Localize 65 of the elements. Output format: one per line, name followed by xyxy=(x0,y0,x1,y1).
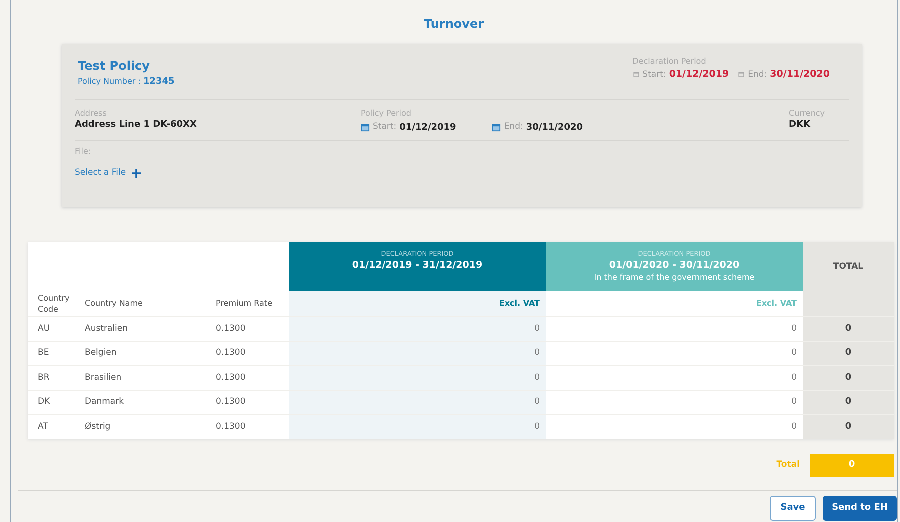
table-cell-text: 0.1300 xyxy=(216,348,247,358)
address-value: Address Line 1 DK-60XX xyxy=(75,120,198,130)
send-button[interactable]: Send to EH xyxy=(823,496,897,520)
policy-name: Test Policy xyxy=(78,59,151,73)
table-cell-text: 0 xyxy=(790,396,798,410)
total-label: Total xyxy=(776,460,800,470)
page-title: Turnover xyxy=(423,16,485,27)
calendar-icon xyxy=(632,71,640,78)
calendar-icon xyxy=(492,122,502,132)
date-label: Start: xyxy=(373,122,397,132)
table-cell: 0 xyxy=(803,415,894,438)
calendar-icon xyxy=(361,122,370,132)
total-header: TOTAL xyxy=(803,242,894,291)
table-cell-text: AU xyxy=(37,324,52,334)
end-date: 30/11/2020 xyxy=(526,123,584,133)
column-subheader: Excl. VAT xyxy=(755,298,798,310)
table-cell-text: 0 xyxy=(790,420,798,434)
field-label: Declaration Period xyxy=(632,57,708,66)
table-cell: 0 xyxy=(289,415,546,438)
table-cell-text: AT xyxy=(37,422,50,432)
table-cell-text: Belgien xyxy=(85,348,118,358)
total-value: 0 xyxy=(810,454,894,476)
column-subheader: Excl. VAT xyxy=(289,291,546,316)
end-date: 30/11/2020 xyxy=(770,69,830,80)
table-cell-text: 0.1300 xyxy=(216,324,247,334)
start-date: 01/12/2019 xyxy=(669,69,730,80)
table-cell: 0 xyxy=(289,342,546,365)
date-label: End: xyxy=(748,70,768,80)
save-button[interactable]: Save xyxy=(770,496,816,520)
table-cell-text: Østrig xyxy=(85,422,112,432)
table-cell: 0 xyxy=(803,366,894,390)
table-cell-text: DK xyxy=(37,397,52,408)
date-label: Start: xyxy=(642,70,666,80)
table-cell: 0 xyxy=(803,390,894,414)
table-cell: 0 xyxy=(803,317,894,340)
table-cell-text: BR xyxy=(37,372,51,383)
date-label: End: xyxy=(504,122,524,132)
column-header: Country Name xyxy=(85,298,144,309)
currency-value: DKK xyxy=(789,120,812,130)
table-cell-text: BE xyxy=(37,348,50,358)
field-label: File: xyxy=(75,147,92,156)
table-cell: 0 xyxy=(803,342,894,365)
field-label: Currency xyxy=(789,109,826,118)
table-cell: 0 xyxy=(289,366,546,390)
table-cell-text: Danmark xyxy=(85,397,126,408)
policy-number: 12345 xyxy=(143,77,175,87)
column-header: Premium Rate xyxy=(216,298,274,309)
field-label: Address xyxy=(75,109,108,118)
field-label: Policy Period xyxy=(361,109,412,118)
table-cell-text: 0 xyxy=(790,322,798,336)
table-cell-text: 0.1300 xyxy=(216,422,247,432)
table-cell-text: 0.1300 xyxy=(216,397,247,408)
add-icon[interactable] xyxy=(132,168,142,178)
table-cell-text: 0 xyxy=(790,347,798,360)
table-cell: 0 xyxy=(289,317,546,340)
column-header: Country Code xyxy=(37,292,71,314)
table-cell: 0 xyxy=(289,390,546,414)
select-file-link[interactable]: Select a File xyxy=(75,168,126,178)
start-date: 01/12/2019 xyxy=(400,123,456,133)
table-cell-text: Australien xyxy=(85,324,130,334)
table-cell-text: 0 xyxy=(790,372,798,385)
table-cell-text: Brasilien xyxy=(85,372,123,383)
table-cell-text: 0.1300 xyxy=(216,372,247,383)
calendar-icon xyxy=(738,71,746,78)
policy-number-label: Policy Number : xyxy=(78,77,141,86)
